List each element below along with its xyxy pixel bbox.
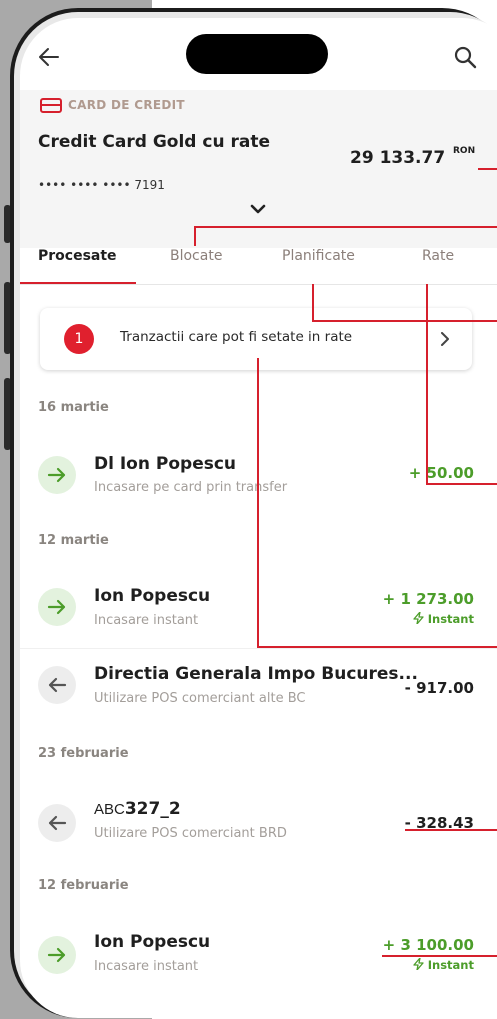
row-divider	[20, 648, 497, 649]
callout-line	[312, 284, 314, 322]
lightning-icon	[413, 957, 424, 971]
callout-line	[257, 358, 259, 648]
instant-label: Instant	[427, 612, 474, 626]
transaction-amount: + 1 273.00	[382, 590, 474, 608]
tab-planificate[interactable]: Planificate	[282, 248, 355, 264]
callout-line	[405, 829, 497, 831]
dynamic-island	[186, 34, 328, 74]
date-header: 16 martie	[38, 400, 109, 415]
incoming-transfer-icon	[38, 588, 76, 626]
arrow-left-icon	[48, 677, 67, 693]
lightning-icon	[413, 611, 424, 625]
transaction-amount: + 3 100.00	[382, 936, 474, 954]
transaction-title[interactable]: Ion Popescu	[94, 932, 210, 952]
chevron-down-icon[interactable]	[250, 204, 266, 216]
callout-line	[426, 284, 428, 485]
callout-line	[257, 646, 497, 648]
date-header: 23 februarie	[38, 746, 129, 761]
transaction-title[interactable]: Ion Popescu	[94, 586, 210, 606]
card-header	[20, 90, 497, 248]
callout-line	[312, 320, 497, 322]
chevron-right-icon	[441, 332, 449, 346]
callout-line	[478, 168, 497, 170]
card-type-label: CARD DE CREDIT	[68, 98, 185, 112]
count-badge: 1	[64, 324, 94, 354]
instant-tag: Instant	[413, 611, 474, 626]
incoming-transfer-icon	[38, 936, 76, 974]
date-header: 12 februarie	[38, 878, 129, 893]
callout-line	[382, 955, 497, 957]
title-main: 327_2	[124, 799, 181, 819]
installments-banner[interactable]: 1 Tranzactii care pot fi setate in rate	[40, 308, 472, 370]
card-name: Credit Card Gold cu rate	[38, 132, 271, 152]
callout-line	[194, 226, 196, 246]
transaction-title[interactable]: Dl Ion Popescu	[94, 454, 236, 474]
back-arrow-icon[interactable]	[36, 44, 62, 70]
transaction-title[interactable]: ABC327_2	[94, 799, 181, 819]
arrow-right-icon	[47, 599, 66, 615]
tab-procesate[interactable]: Procesate	[38, 248, 117, 264]
outgoing-payment-icon	[38, 804, 76, 842]
callout-line	[194, 226, 497, 228]
card-number: •••• •••• •••• 7191	[38, 178, 165, 192]
incoming-transfer-icon	[38, 456, 76, 494]
transaction-subtitle: Utilizare POS comerciant BRD	[94, 826, 287, 841]
arrow-right-icon	[47, 947, 66, 963]
instant-label: Instant	[427, 958, 474, 972]
credit-card-icon	[40, 98, 62, 113]
instant-tag: Instant	[413, 957, 474, 972]
balance-currency: RON	[453, 146, 476, 156]
title-prefix: ABC	[94, 801, 125, 818]
search-icon[interactable]	[452, 44, 478, 70]
callout-line	[426, 483, 497, 485]
tab-rate[interactable]: Rate	[422, 248, 454, 264]
transaction-subtitle: Utilizare POS comerciant alte BC	[94, 691, 306, 706]
transaction-amount: - 917.00	[404, 679, 474, 697]
card-balance: 29 133.77	[350, 148, 446, 168]
banner-text: Tranzactii care pot fi setate in rate	[120, 329, 353, 345]
tab-blocate[interactable]: Blocate	[170, 248, 222, 264]
transaction-amount: + 50.00	[408, 464, 474, 482]
transaction-subtitle: Incasare instant	[94, 613, 199, 628]
arrow-left-icon	[48, 815, 67, 831]
transaction-title[interactable]: Directia Generala Impo Bucures...	[94, 664, 418, 684]
arrow-right-icon	[47, 467, 66, 483]
transaction-subtitle: Incasare instant	[94, 959, 199, 974]
date-header: 12 martie	[38, 533, 109, 548]
outgoing-payment-icon	[38, 666, 76, 704]
